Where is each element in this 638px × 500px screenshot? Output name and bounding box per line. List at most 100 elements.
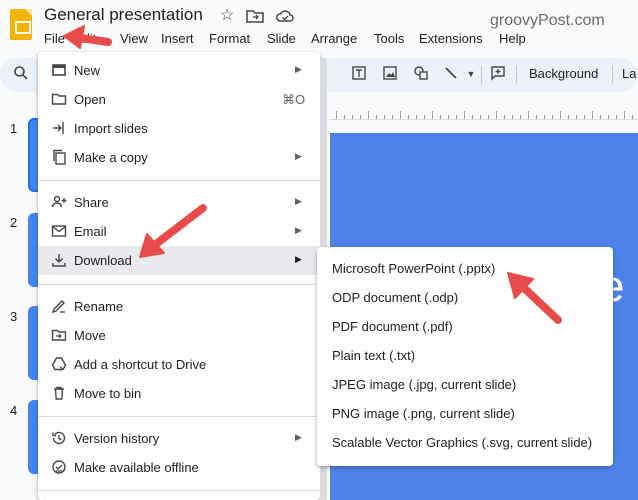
new-slides-icon bbox=[51, 62, 67, 78]
menu-slide[interactable]: Slide bbox=[267, 31, 296, 46]
menu-item-make-available-offline[interactable]: Make available offline bbox=[38, 453, 320, 482]
menu-extensions[interactable]: Extensions bbox=[419, 31, 483, 46]
image-icon[interactable] bbox=[381, 65, 399, 83]
menu-arrange[interactable]: Arrange bbox=[311, 31, 357, 46]
menu-item-share[interactable]: Share ▶ bbox=[38, 188, 320, 217]
menu-item-label: Make available offline bbox=[74, 460, 199, 475]
submenu-item-label: Microsoft PowerPoint (.pptx) bbox=[332, 261, 496, 276]
download-option-pptx[interactable]: Microsoft PowerPoint (.pptx) bbox=[317, 254, 613, 283]
ruler-tick bbox=[504, 115, 505, 119]
download-option-odp[interactable]: ODP document (.odp) bbox=[317, 283, 613, 312]
menu-item-import-slides[interactable]: Import slides bbox=[38, 114, 320, 143]
ruler-tick bbox=[472, 115, 473, 119]
ruler-tick bbox=[448, 115, 449, 119]
submenu-arrow-icon: ▶ bbox=[295, 64, 302, 74]
cloud-saved-icon[interactable] bbox=[276, 8, 294, 24]
menu-item-label: Rename bbox=[74, 299, 124, 314]
submenu-arrow-icon: ▶ bbox=[295, 225, 302, 235]
download-option-txt[interactable]: Plain text (.txt) bbox=[317, 341, 613, 370]
ruler-tick bbox=[344, 115, 345, 119]
ruler-tick bbox=[552, 115, 553, 119]
layout-button[interactable]: La bbox=[622, 66, 636, 81]
background-button[interactable]: Background bbox=[529, 66, 598, 81]
submenu-arrow-icon: ▶ bbox=[295, 432, 302, 442]
slide-number: 1 bbox=[10, 121, 18, 136]
menu-item-version-history[interactable]: Version history ▶ bbox=[38, 424, 320, 453]
ruler-tick bbox=[544, 115, 545, 119]
menu-item-label: Version history bbox=[74, 431, 160, 446]
menu-item-label: Download bbox=[74, 253, 132, 268]
ruler-tick bbox=[512, 115, 513, 119]
menu-item-download[interactable]: Download ▶ bbox=[38, 246, 320, 275]
drive-shortcut-icon bbox=[51, 356, 67, 372]
download-option-png[interactable]: PNG image (.png, current slide) bbox=[317, 399, 613, 428]
move-folder-icon[interactable] bbox=[246, 8, 264, 24]
submenu-arrow-icon: ▶ bbox=[295, 151, 302, 161]
ruler-tick bbox=[584, 115, 585, 119]
ruler-tick bbox=[392, 115, 393, 119]
ruler-tick bbox=[368, 111, 369, 119]
watermark: groovyPost.com bbox=[490, 12, 605, 29]
ruler-tick bbox=[568, 115, 569, 119]
ruler-tick bbox=[536, 115, 537, 119]
trash-icon bbox=[51, 385, 67, 401]
ruler-tick bbox=[456, 115, 457, 119]
menu-format[interactable]: Format bbox=[209, 31, 250, 46]
ruler-tick bbox=[488, 115, 489, 119]
ruler-tick bbox=[576, 115, 577, 119]
menu-file[interactable]: File bbox=[44, 31, 65, 46]
download-option-svg[interactable]: Scalable Vector Graphics (.svg, current … bbox=[317, 428, 613, 457]
menu-divider bbox=[38, 180, 320, 181]
submenu-item-label: PDF document (.pdf) bbox=[332, 319, 453, 334]
download-option-pdf[interactable]: PDF document (.pdf) bbox=[317, 312, 613, 341]
menu-item-open[interactable]: Open ⌘O bbox=[38, 85, 320, 114]
line-icon[interactable] bbox=[442, 65, 460, 83]
shape-icon[interactable] bbox=[412, 65, 430, 83]
menu-tools[interactable]: Tools bbox=[374, 31, 404, 46]
slides-logo-icon[interactable] bbox=[10, 9, 32, 40]
ruler-tick bbox=[608, 115, 609, 119]
ruler-tick bbox=[416, 115, 417, 119]
app-header: General presentation ☆ groovyPost.com Fi… bbox=[0, 0, 638, 52]
document-title[interactable]: General presentation bbox=[44, 5, 203, 25]
menu-item-move[interactable]: Move bbox=[38, 321, 320, 350]
menu-edit[interactable]: Edit bbox=[74, 31, 96, 46]
menu-divider bbox=[38, 284, 320, 285]
menu-item-add-shortcut[interactable]: Add a shortcut to Drive bbox=[38, 350, 320, 379]
search-menus-icon[interactable] bbox=[12, 65, 30, 83]
submenu-item-label: PNG image (.png, current slide) bbox=[332, 406, 515, 421]
menu-help[interactable]: Help bbox=[499, 31, 526, 46]
menu-item-shortcut: ⌘O bbox=[282, 92, 306, 107]
submenu-item-label: JPEG image (.jpg, current slide) bbox=[332, 377, 517, 392]
menu-item-label: Email bbox=[74, 224, 107, 239]
ruler-tick bbox=[496, 111, 497, 119]
menu-item-label: Open bbox=[74, 92, 106, 107]
toolbar-divider bbox=[516, 66, 517, 84]
chevron-down-icon[interactable]: ▼ bbox=[462, 65, 480, 83]
menu-item-email[interactable]: Email ▶ bbox=[38, 217, 320, 246]
submenu-item-label: Scalable Vector Graphics (.svg, current … bbox=[332, 435, 593, 450]
ruler-tick bbox=[352, 115, 353, 119]
toolbar-divider bbox=[612, 66, 613, 84]
ruler-tick bbox=[384, 115, 385, 119]
menu-item-make-a-copy[interactable]: Make a copy ▶ bbox=[38, 143, 320, 172]
ruler-tick bbox=[360, 115, 361, 119]
history-icon bbox=[51, 430, 67, 446]
ruler-tick bbox=[560, 111, 561, 119]
download-option-jpg[interactable]: JPEG image (.jpg, current slide) bbox=[317, 370, 613, 399]
menu-item-move-to-bin[interactable]: Move to bin bbox=[38, 379, 320, 408]
submenu-arrow-icon: ▶ bbox=[295, 196, 302, 206]
submenu-arrow-icon: ▶ bbox=[295, 254, 302, 264]
text-box-icon[interactable] bbox=[350, 65, 368, 83]
slide-number: 2 bbox=[10, 215, 18, 230]
menu-item-label: Import slides bbox=[74, 121, 148, 136]
menu-item-rename[interactable]: Rename bbox=[38, 292, 320, 321]
download-submenu: Microsoft PowerPoint (.pptx) ODP documen… bbox=[317, 247, 613, 466]
person-add-icon bbox=[51, 194, 67, 210]
menu-item-new[interactable]: New ▶ bbox=[38, 56, 320, 85]
menu-item-label: Add a shortcut to Drive bbox=[74, 357, 207, 372]
star-icon[interactable]: ☆ bbox=[218, 8, 236, 24]
menu-view[interactable]: View bbox=[120, 31, 148, 46]
add-comment-icon[interactable] bbox=[489, 65, 507, 83]
menu-insert[interactable]: Insert bbox=[161, 31, 194, 46]
